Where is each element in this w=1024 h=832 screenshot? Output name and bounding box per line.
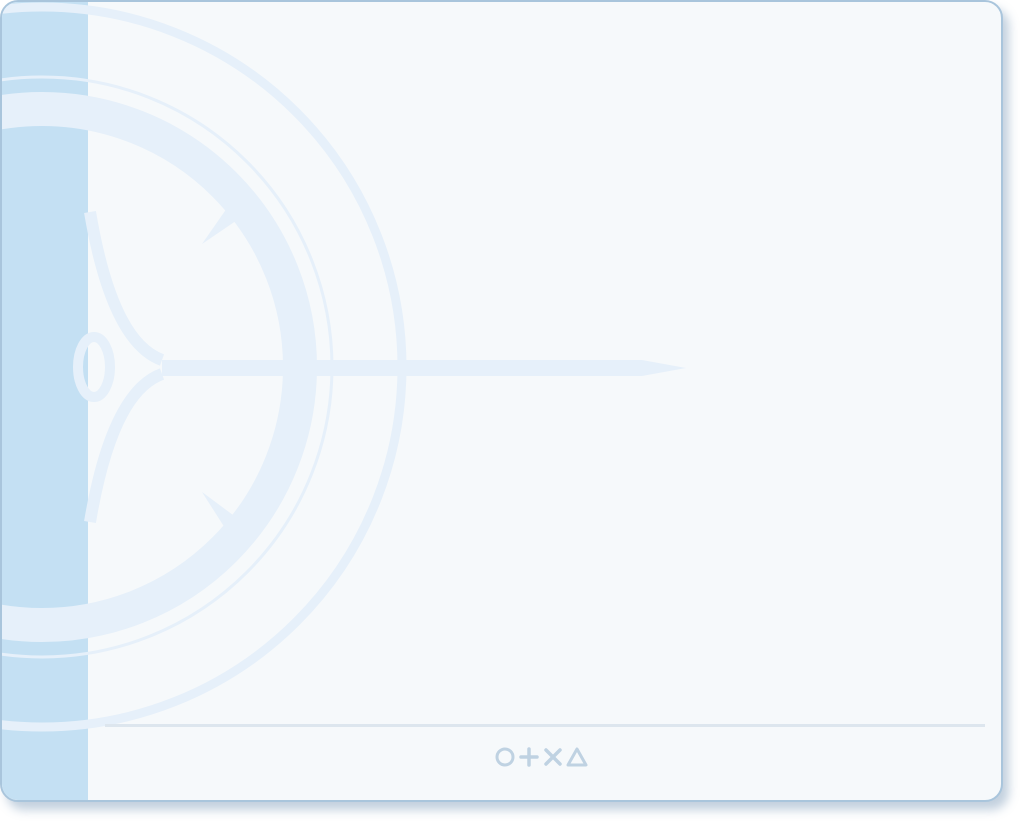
- footer-symbol-row: [494, 745, 600, 769]
- triangle-icon: [566, 747, 588, 767]
- circle-icon: [495, 747, 515, 767]
- footer-divider: [105, 724, 985, 727]
- plus-icon: [519, 747, 539, 767]
- card-panel: [0, 0, 1003, 802]
- cross-icon: [544, 748, 562, 766]
- compass-watermark-icon: [2, 2, 686, 732]
